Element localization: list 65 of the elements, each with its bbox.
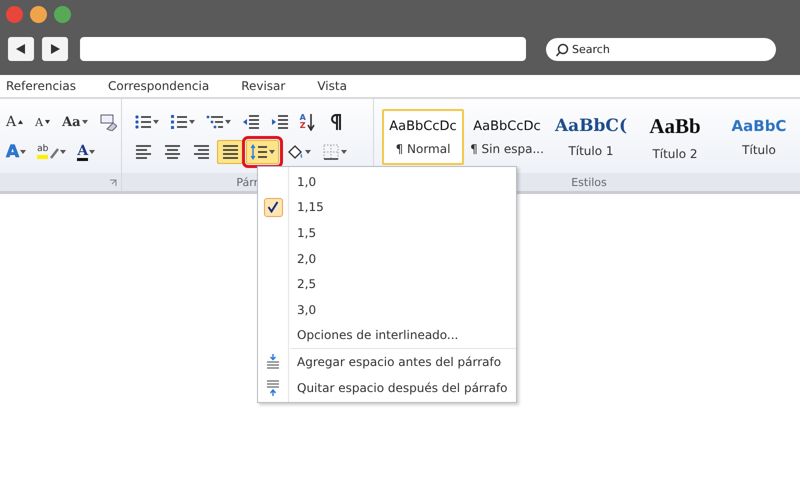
menu-tab[interactable]: Vista <box>317 79 363 93</box>
style-option[interactable]: AaBbC( Título 1 <box>550 109 632 165</box>
numbered-list-icon <box>170 113 188 131</box>
caret-icon <box>82 120 88 124</box>
borders-icon <box>322 143 340 161</box>
caret-icon <box>188 120 195 124</box>
text-effects-button[interactable]: A <box>2 140 30 164</box>
change-case-button[interactable]: Aa <box>58 110 92 134</box>
caret-icon <box>89 150 96 154</box>
style-option[interactable]: AaBbCcDc ¶ Sin espa... <box>466 109 548 165</box>
caret-icon <box>268 150 275 154</box>
menu-item[interactable]: 1,0 <box>258 169 516 195</box>
up-triangle-icon <box>17 119 24 125</box>
menu-item[interactable]: 1,5 <box>258 220 516 246</box>
paint-bucket-icon <box>286 143 304 161</box>
highlighter-pen-icon <box>49 146 60 158</box>
remove-space-after-icon <box>266 380 280 396</box>
search-field[interactable]: Search <box>546 38 776 60</box>
caret-icon <box>224 120 231 124</box>
menu-tab[interactable]: Correspondencia <box>108 79 226 93</box>
add-space-before-icon <box>266 354 280 370</box>
grow-font-button[interactable]: A <box>2 110 28 134</box>
menu-item[interactable]: 1,15 <box>258 194 516 220</box>
font-color-button[interactable]: A <box>73 140 100 164</box>
outdent-icon <box>242 113 260 131</box>
down-arrow-icon <box>306 113 315 131</box>
group-label: Estilos <box>571 176 607 188</box>
group-label: Párr <box>236 176 258 188</box>
style-option[interactable]: AaBbC Título <box>718 109 800 165</box>
menu-item[interactable]: 2,5 <box>258 271 516 297</box>
align-center-icon <box>162 143 181 161</box>
style-option[interactable]: AaBbCcDc ¶ Normal <box>382 109 464 165</box>
caret-icon <box>340 150 347 154</box>
multilevel-list-icon <box>206 113 224 131</box>
menu-item[interactable]: Agregar espacio antes del párrafo <box>258 349 516 375</box>
menu-item[interactable]: Quitar espacio después del párrafo <box>258 374 516 400</box>
align-left-icon <box>134 143 152 161</box>
menu-item[interactable]: 3,0 <box>258 296 516 323</box>
highlight-button[interactable]: ab <box>33 140 70 164</box>
align-right-icon <box>192 143 210 161</box>
sort-button[interactable]: A Z <box>296 110 319 134</box>
back-button[interactable] <box>8 37 34 61</box>
eraser-icon <box>98 113 117 131</box>
indent-icon <box>270 113 289 131</box>
menu-item[interactable]: 2,0 <box>258 246 516 272</box>
line-spacing-icon <box>250 143 268 161</box>
justify-icon <box>220 143 239 161</box>
minimize-button[interactable] <box>30 6 47 23</box>
forward-button[interactable] <box>42 37 68 61</box>
caret-icon <box>60 150 66 154</box>
menu-item[interactable]: Opciones de interlineado... <box>258 322 516 348</box>
style-option[interactable]: AaBb Título 2 <box>634 109 716 165</box>
back-icon <box>15 43 27 55</box>
caret-icon <box>152 120 159 124</box>
down-triangle-icon <box>44 119 52 125</box>
forward-icon <box>49 43 61 55</box>
caret-icon <box>304 150 311 154</box>
address-field[interactable] <box>80 37 526 61</box>
bullet-list-icon <box>134 113 152 131</box>
dialog-launcher-icon[interactable] <box>108 179 117 187</box>
menu-tab[interactable]: Referencias <box>6 79 92 93</box>
shrink-font-button[interactable]: A <box>31 110 56 134</box>
caret-icon <box>20 150 26 154</box>
menu-tab[interactable]: Revisar <box>241 79 302 93</box>
justify-button[interactable] <box>216 140 243 164</box>
